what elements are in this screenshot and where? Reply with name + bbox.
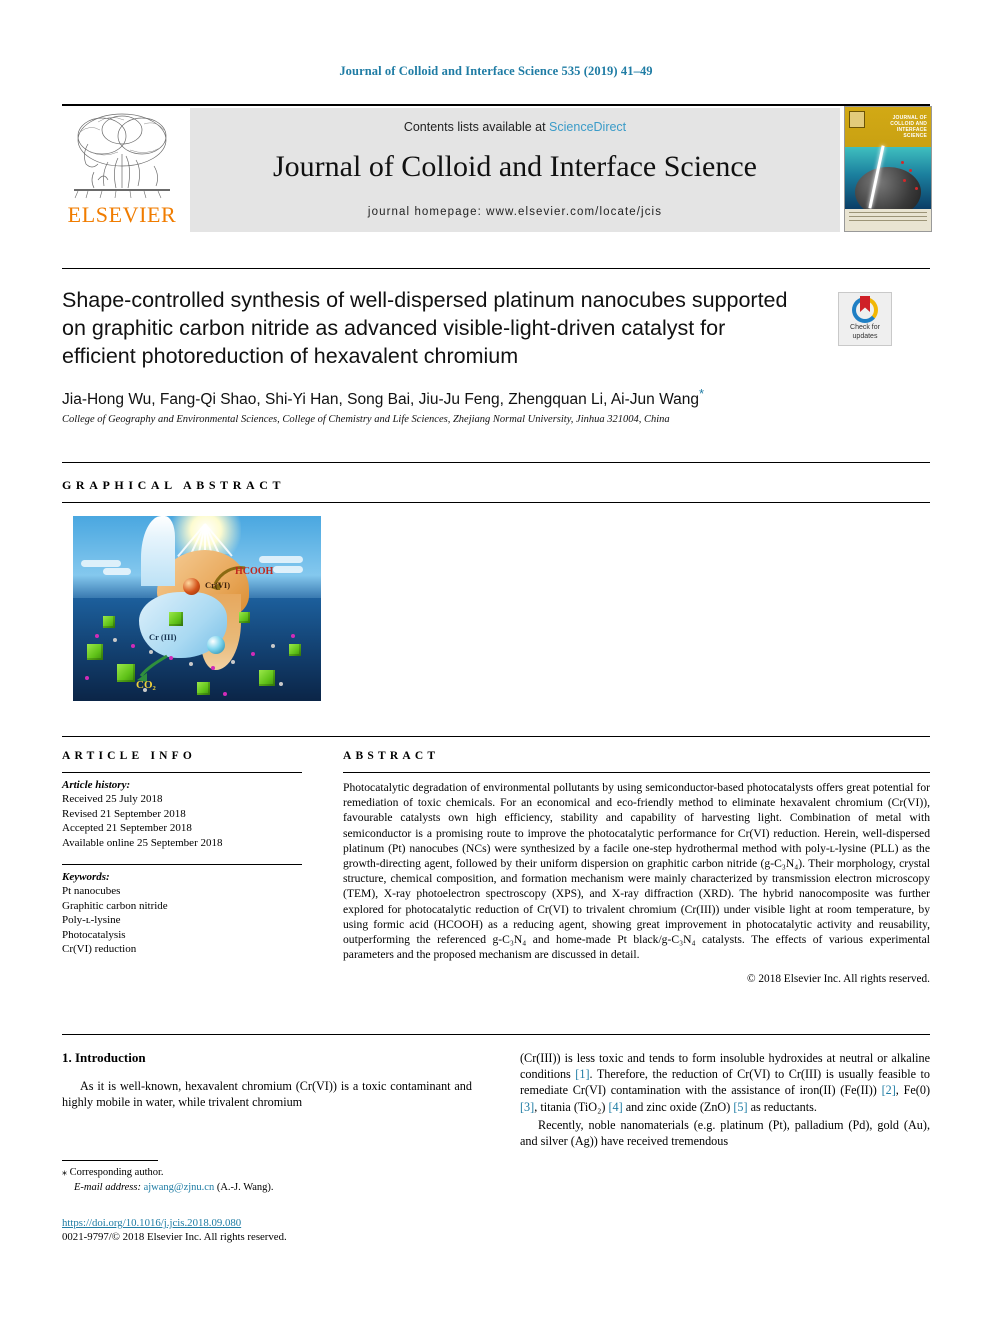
crossmark-circle-icon (852, 296, 878, 323)
history-revised: Revised 21 September 2018 (62, 807, 186, 820)
corresponding-author-marker[interactable]: * (699, 386, 704, 401)
body-divider (62, 1034, 930, 1035)
citation-ref-4[interactable]: [4] (608, 1100, 622, 1114)
cover-particle (909, 169, 912, 172)
label-cr6: Cr(VI) (205, 580, 231, 590)
cover-title-text: JOURNAL OF COLLOID AND INTERFACE SCIENCE (890, 115, 927, 139)
running-head: Journal of Colloid and Interface Science… (339, 64, 653, 78)
author-list: Jia-Hong Wu, Fang-Qi Shao, Shi-Yi Han, S… (62, 386, 862, 409)
label-cr3: Cr (III) (149, 632, 177, 642)
page-title: Shape-controlled synthesis of well-dispe… (62, 288, 788, 368)
email-link[interactable]: ajwang@zjnu.cn (144, 1182, 215, 1193)
email-suffix: (A.-J. Wang). (216, 1181, 274, 1193)
intro-paragraph-right-2: Recently, noble nanomaterials (e.g. plat… (520, 1117, 930, 1149)
info-divider (62, 736, 930, 737)
intro-paragraph-right-1: (Cr(III)) is less toxic and tends to for… (520, 1050, 930, 1115)
journal-title: Journal of Colloid and Interface Science (273, 150, 757, 183)
contents-available-line: Contents lists available at ScienceDirec… (190, 120, 840, 134)
sciencedirect-link[interactable]: ScienceDirect (549, 120, 626, 134)
section-heading-introduction: 1. Introduction (62, 1050, 146, 1065)
article-info-column: Article history: Received 25 July 2018 R… (62, 772, 302, 957)
elsevier-tree-icon (74, 113, 170, 199)
history-available-online: Available online 25 September 2018 (62, 836, 223, 849)
graphical-abstract-figure[interactable]: HCOOH Cr(VI) Cr (III) CO₂ (73, 516, 321, 701)
citation-ref-1[interactable]: [1] (575, 1067, 589, 1081)
keyword-item: Cr(VI) reduction (62, 943, 137, 955)
journal-homepage[interactable]: journal homepage: www.elsevier.com/locat… (190, 206, 840, 218)
crossmark-line2: updates (852, 332, 878, 340)
keyword-item: Photocatalysis (62, 928, 126, 941)
elsevier-logo[interactable]: ELSEVIER (62, 110, 182, 232)
crossmark-line1: Check for (850, 324, 880, 331)
rp1-e: and zinc oxide (ZnO) (622, 1099, 734, 1114)
body-column-right: (Cr(III)) is less toxic and tends to for… (520, 1050, 930, 1151)
citation-ref-5[interactable]: [5] (733, 1100, 747, 1114)
elsevier-wordmark: ELSEVIER (67, 202, 177, 227)
cover-particle (903, 179, 906, 182)
article-page: Journal of Colloid and Interface Science… (0, 0, 992, 1323)
keyword-item: Graphitic carbon nitride (62, 899, 168, 912)
crossmark-label: Check for updates (839, 324, 891, 341)
cover-particle (901, 161, 904, 164)
footnote-star: ⁎ (62, 1167, 67, 1178)
label-hcooh: HCOOH (235, 566, 274, 577)
cover-elsevier-mark-icon (849, 111, 865, 128)
cover-bottom-band (845, 209, 931, 231)
abstract-text: Photocatalytic degradation of environmen… (343, 781, 930, 962)
corresponding-author-label: Corresponding author. (69, 1167, 164, 1178)
history-received: Received 25 July 2018 (62, 793, 163, 805)
cr3-sphere-icon (207, 636, 225, 654)
author-names: Jia-Hong Wu, Fang-Qi Shao, Shi-Yi Han, S… (62, 391, 699, 409)
graphical-abstract-divider-top (62, 462, 930, 463)
citation-ref-3[interactable]: [3] (520, 1100, 534, 1114)
doi-link[interactable]: https://doi.org/10.1016/j.jcis.2018.09.0… (62, 1216, 562, 1230)
affiliation: College of Geography and Environmental S… (62, 414, 670, 425)
body-column-left: 1. Introduction As it is well-known, hex… (62, 1050, 472, 1112)
journal-cover-thumbnail[interactable]: JOURNAL OF COLLOID AND INTERFACE SCIENCE (844, 106, 932, 232)
intro-paragraph-left: As it is well-known, hexavalent chromium… (62, 1079, 472, 1110)
cr6-sphere-icon (183, 578, 200, 595)
doi-and-issn: https://doi.org/10.1016/j.jcis.2018.09.0… (62, 1216, 562, 1244)
graphical-abstract-divider-bottom (62, 502, 930, 503)
co2-arrow-icon (137, 654, 168, 682)
rp1-c: , Fe(0) (895, 1083, 930, 1098)
cover-top-band: JOURNAL OF COLLOID AND INTERFACE SCIENCE (845, 107, 931, 147)
citation-ref-2[interactable]: [2] (882, 1083, 896, 1097)
title-divider (62, 268, 930, 269)
masthead-banner: Contents lists available at ScienceDirec… (190, 108, 840, 232)
article-info-heading: ARTICLE INFO (62, 750, 197, 762)
rp1-f: as reductants. (747, 1099, 817, 1114)
water-splash (141, 516, 175, 586)
abstract-copyright: © 2018 Elsevier Inc. All rights reserved… (746, 973, 930, 986)
email-label: E-mail address: (74, 1181, 141, 1193)
abstract-column: Photocatalytic degradation of environmen… (343, 772, 930, 985)
footnote-divider (62, 1160, 158, 1161)
cover-illustration (845, 145, 931, 217)
keyword-item: Poly-ʟ-lysine (62, 914, 121, 926)
history-accepted: Accepted 21 September 2018 (62, 822, 192, 834)
rp1-d: , titania (TiO₂) (534, 1099, 609, 1114)
graphical-abstract-heading: GRAPHICAL ABSTRACT (62, 478, 286, 492)
abstract-heading: ABSTRACT (343, 750, 440, 762)
cover-particle (915, 187, 918, 190)
corresponding-author-footnote: ⁎ Corresponding author. E-mail address: … (62, 1166, 472, 1195)
issn-copyright: 0021-9797/© 2018 Elsevier Inc. All right… (62, 1231, 287, 1243)
keywords-label: Keywords: (62, 871, 110, 883)
journal-masthead: ELSEVIER Contents lists available at Sci… (62, 104, 932, 234)
keyword-item: Pt nanocubes (62, 885, 121, 897)
contents-prefix: Contents lists available at (403, 120, 550, 134)
crossmark-badge[interactable]: Check for updates (838, 292, 892, 346)
article-history-label: Article history: (62, 779, 131, 791)
